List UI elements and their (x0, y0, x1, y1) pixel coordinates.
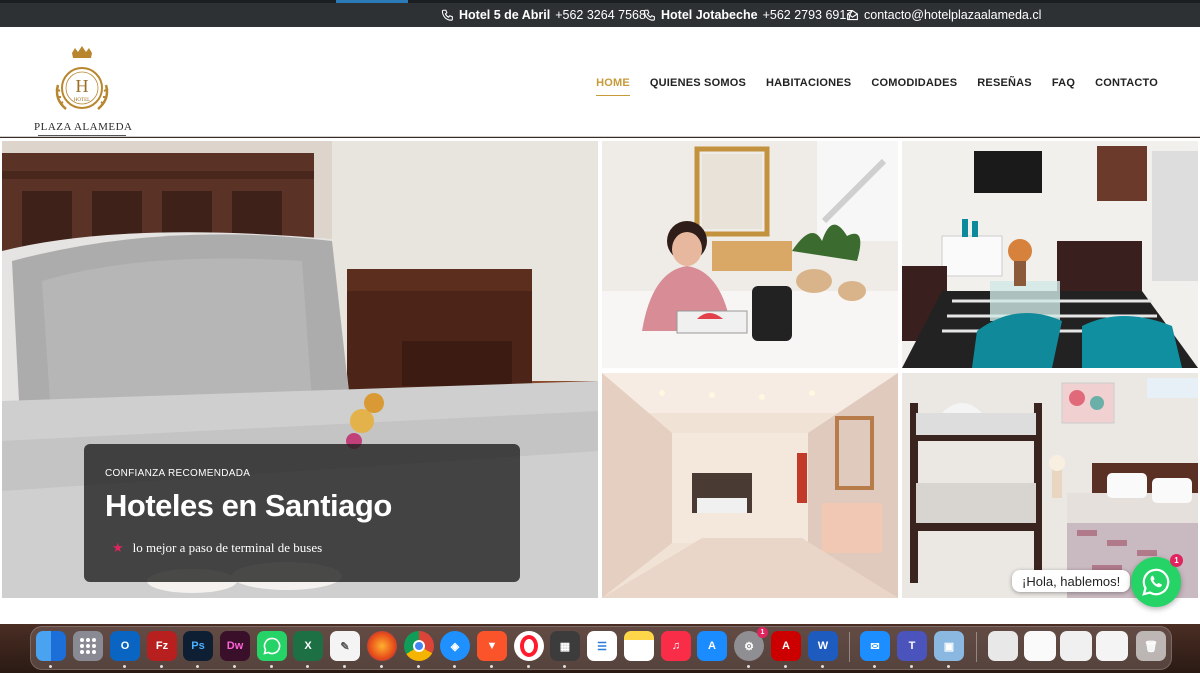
phone-icon (643, 9, 655, 21)
nav-quienes-somos[interactable]: QUIENES SOMOS (650, 77, 746, 89)
site-header: H HOTEL PLAZA ALAMEDA HOME QUIENES SOMOS… (0, 27, 1200, 137)
contact-2-phone: +562 2793 6917 (762, 8, 854, 22)
gallery-image-breakfast[interactable] (602, 141, 898, 368)
firefox-icon[interactable] (367, 631, 397, 668)
hero-title: Hoteles en Santiago (105, 488, 392, 523)
chrome-icon[interactable] (404, 631, 434, 668)
dreamweaver-icon[interactable]: Dw (220, 631, 250, 668)
contact-email[interactable]: contacto@hotelplazaalameda.cl (846, 8, 1041, 22)
contact-hotel-5-de-abril[interactable]: Hotel 5 de Abril +562 3264 7568 (441, 8, 646, 22)
dock-separator (976, 632, 977, 662)
nav-comodidades[interactable]: COMODIDADES (871, 77, 957, 89)
reminders-icon[interactable]: ☰ (587, 631, 617, 661)
whatsapp-icon (1142, 568, 1170, 596)
trash-icon[interactable]: 🗑 (1136, 631, 1166, 661)
word-icon[interactable]: W (808, 631, 838, 668)
logo-name: PLAZA ALAMEDA (34, 121, 133, 136)
hero-caption: CONFIANZA RECOMENDADA Hoteles en Santiag… (84, 444, 520, 582)
top-info-bar: Hotel 5 de Abril +562 3264 7568 Hotel Jo… (0, 0, 1200, 27)
contact-hotel-jotabeche[interactable]: Hotel Jotabeche +562 2793 6917 (643, 8, 853, 22)
preview-icon[interactable]: ▣ (934, 631, 964, 668)
brave-icon[interactable]: ▼ (477, 631, 507, 668)
chat-greeting-bubble[interactable]: ¡Hola, hablemos! (1012, 570, 1131, 592)
dock-separator (849, 632, 850, 662)
email-link[interactable]: contacto@hotelplazaalameda.cl (864, 8, 1041, 22)
contact-1-phone: +562 3264 7568 (555, 8, 646, 22)
crest-icon: H HOTEL (55, 46, 109, 110)
gallery-image-living-room[interactable] (902, 141, 1198, 368)
minimized-window-thumbnail[interactable] (1096, 631, 1128, 661)
nav-habitaciones[interactable]: HABITACIONES (766, 77, 851, 89)
app-store-icon[interactable]: A (697, 631, 727, 661)
safari-icon[interactable]: ◈ (440, 631, 470, 668)
finder-icon[interactable] (36, 631, 66, 668)
excel-icon[interactable]: X (293, 631, 323, 668)
launchpad-icon[interactable] (73, 631, 103, 661)
chat-notification-badge: 1 (1170, 554, 1183, 567)
mail-icon[interactable]: ✉ (860, 631, 890, 668)
hero-kicker: CONFIANZA RECOMENDADA (105, 468, 251, 479)
envelope-icon (847, 9, 858, 20)
filezilla-icon[interactable]: Fz (147, 631, 177, 668)
browser-tab-strip (0, 0, 1200, 3)
main-nav: HOME QUIENES SOMOS HABITACIONES COMODIDA… (596, 77, 1158, 96)
contact-2-name: Hotel Jotabeche (661, 8, 758, 22)
hero-gallery: CONFIANZA RECOMENDADA Hoteles en Santiag… (0, 138, 1200, 624)
active-tab-indicator (336, 0, 408, 3)
hero-subtitle: lo mejor a paso de terminal de buses (132, 540, 323, 555)
nav-home[interactable]: HOME (596, 77, 630, 96)
textedit-icon[interactable]: ✎ (330, 631, 360, 668)
phone-icon (441, 9, 453, 21)
hero-subtitle-row: ★ lo mejor a paso de terminal de buses (112, 540, 322, 556)
calculator-icon[interactable]: ▦ (550, 631, 580, 668)
star-icon: ★ (112, 540, 124, 555)
hero-bottom-strip (0, 600, 1200, 624)
gallery-image-lobby[interactable] (602, 373, 898, 598)
opera-icon[interactable] (514, 631, 544, 668)
minimized-window-thumbnail[interactable] (1024, 631, 1056, 661)
nav-resenas[interactable]: RESEÑAS (977, 77, 1032, 89)
settings-badge: 1 (757, 627, 768, 638)
music-icon[interactable]: ♫ (661, 631, 691, 661)
minimized-window-thumbnail[interactable] (988, 631, 1018, 661)
hotel-logo[interactable]: H HOTEL PLAZA ALAMEDA (34, 45, 132, 136)
nav-contacto[interactable]: CONTACTO (1095, 77, 1158, 89)
teams-icon[interactable]: T (897, 631, 927, 668)
whatsapp-icon[interactable] (257, 631, 287, 668)
contact-1-name: Hotel 5 de Abril (459, 8, 551, 22)
outlook-icon[interactable]: O (110, 631, 140, 668)
notes-icon[interactable] (624, 631, 654, 661)
minimized-window-thumbnail[interactable] (1060, 631, 1092, 661)
nav-faq[interactable]: FAQ (1052, 77, 1075, 89)
logo-letter: H (76, 76, 89, 96)
acrobat-icon[interactable]: A (771, 631, 801, 668)
logo-small-text: HOTEL (74, 98, 90, 103)
photoshop-icon[interactable]: Ps (183, 631, 213, 668)
hero-main-image: CONFIANZA RECOMENDADA Hoteles en Santiag… (2, 141, 598, 598)
system-settings-icon[interactable]: ⚙ 1 (734, 627, 768, 668)
